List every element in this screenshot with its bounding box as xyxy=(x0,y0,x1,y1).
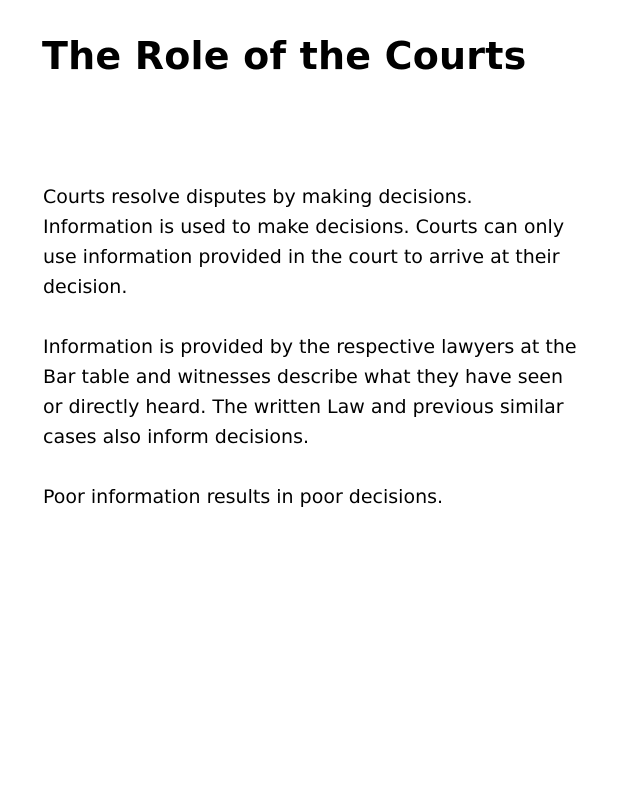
document-body: Courts resolve disputes by making decisi… xyxy=(43,182,588,512)
paragraph-courts-decisions: Courts resolve disputes by making decisi… xyxy=(43,186,565,298)
document-page: The Role of the Courts Courts resolve di… xyxy=(0,0,620,800)
paragraph-poor-information: Poor information results in poor decisio… xyxy=(43,486,444,508)
paragraph-information-sources: Information is provided by the respectiv… xyxy=(43,336,577,448)
page-title: The Role of the Courts xyxy=(42,34,527,78)
